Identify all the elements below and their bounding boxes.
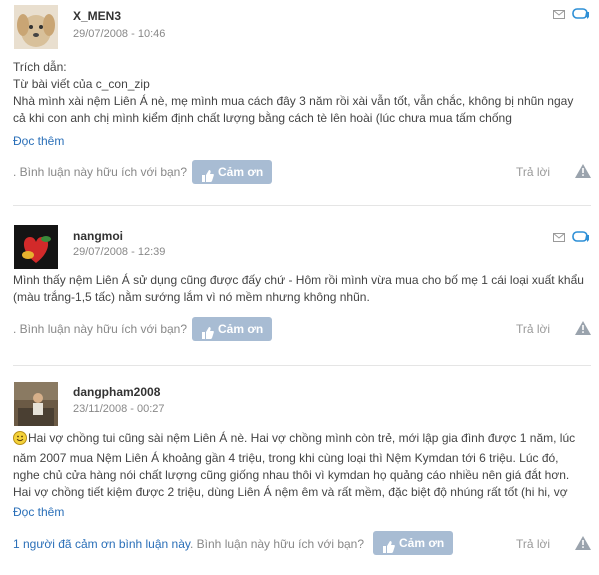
comment-body: Mình thấy nệm Liên Á sử dụng cũng được đ…: [13, 272, 588, 306]
report-warning-icon[interactable]: [575, 164, 591, 181]
body-line: Hai vợ chồng tui cũng sài nệm Liên Á nè.…: [13, 430, 588, 450]
quote-label: Trích dẫn:: [13, 60, 67, 74]
thanks-count-link[interactable]: 1 người đã cảm ơn bình luận này: [13, 537, 190, 551]
helpful-question: 1 người đã cảm ơn bình luận này. Bình lu…: [13, 537, 364, 551]
helpful-question-text: . Bình luận này hữu ích với bạn?: [190, 537, 365, 551]
body-line: Mình thấy nệm Liên Á sử dụng cũng được đ…: [13, 273, 584, 287]
body-line: cả khi con anh chị mình kiểm định chất l…: [13, 111, 512, 125]
thumbs-up-icon: [201, 166, 214, 190]
post-date: 23/11/2008 - 00:27: [73, 403, 165, 415]
read-more-link[interactable]: Đọc thêm: [13, 134, 64, 148]
report-warning-icon[interactable]: [575, 321, 591, 338]
username[interactable]: nangmoi: [73, 229, 123, 243]
thumbs-up-icon: [382, 537, 395, 561]
report-warning-icon[interactable]: [575, 536, 591, 553]
smiley-icon: [13, 431, 27, 450]
avatar[interactable]: [14, 225, 58, 269]
comment-body: Trích dẫn: Từ bài viết của c_con_zip Nhà…: [13, 59, 588, 127]
chat-icon[interactable]: [572, 8, 591, 25]
chat-icon[interactable]: [572, 231, 591, 248]
read-more-link[interactable]: Đọc thêm: [13, 505, 64, 519]
comment-1: X_MEN3 29/07/2008 - 10:46 Trích dẫn: Từ …: [0, 0, 599, 200]
helpful-question: . Bình luận này hữu ích với bạn?: [13, 322, 188, 336]
divider: [13, 205, 591, 206]
thank-button[interactable]: Cảm ơn: [192, 160, 272, 184]
username[interactable]: X_MEN3: [73, 9, 121, 23]
mail-icon[interactable]: [553, 10, 565, 19]
divider: [13, 365, 591, 366]
avatar[interactable]: [14, 5, 58, 49]
reply-link[interactable]: Trả lời: [516, 165, 550, 179]
thank-label: Cảm ơn: [218, 165, 264, 179]
reply-link[interactable]: Trả lời: [516, 322, 550, 336]
comment-3: dangpham2008 23/11/2008 - 00:27 Hai vợ c…: [0, 378, 599, 575]
reply-link[interactable]: Trả lời: [516, 537, 550, 551]
avatar[interactable]: [14, 382, 58, 426]
username[interactable]: dangpham2008: [73, 385, 160, 399]
post-date: 29/07/2008 - 12:39: [73, 246, 166, 258]
thumbs-up-icon: [201, 323, 214, 347]
thank-label: Cảm ơn: [218, 322, 264, 336]
post-date: 29/07/2008 - 10:46: [73, 28, 166, 40]
body-line: (màu trắng-1,5 tấc) nằm sướng lắm vì nó …: [13, 290, 370, 304]
mail-icon[interactable]: [553, 233, 565, 242]
thank-label: Cảm ơn: [399, 536, 445, 550]
body-line: năm 2007 mua Nệm Liên Á khoảng gần 4 tri…: [13, 451, 559, 465]
thank-button[interactable]: Cảm ơn: [373, 531, 453, 555]
comment-2: nangmoi 29/07/2008 - 12:39 Mình thấy nệm…: [0, 220, 599, 360]
body-line: nghe chủ cửa hàng nói chất lượng cũng gi…: [13, 468, 570, 482]
comment-body: Hai vợ chồng tui cũng sài nệm Liên Á nè.…: [13, 430, 588, 501]
body-line-text: Hai vợ chồng tui cũng sài nệm Liên Á nè.…: [28, 431, 576, 445]
quote-source: Từ bài viết của c_con_zip: [13, 77, 150, 91]
body-line: Nhà mình xài nệm Liên Á nè, mẹ mình mua …: [13, 94, 574, 108]
body-line: Hai vợ chồng tiết kiệm được 2 triệu, dùn…: [13, 485, 568, 499]
helpful-question: . Bình luận này hữu ích với bạn?: [13, 165, 188, 179]
thank-button[interactable]: Cảm ơn: [192, 317, 272, 341]
